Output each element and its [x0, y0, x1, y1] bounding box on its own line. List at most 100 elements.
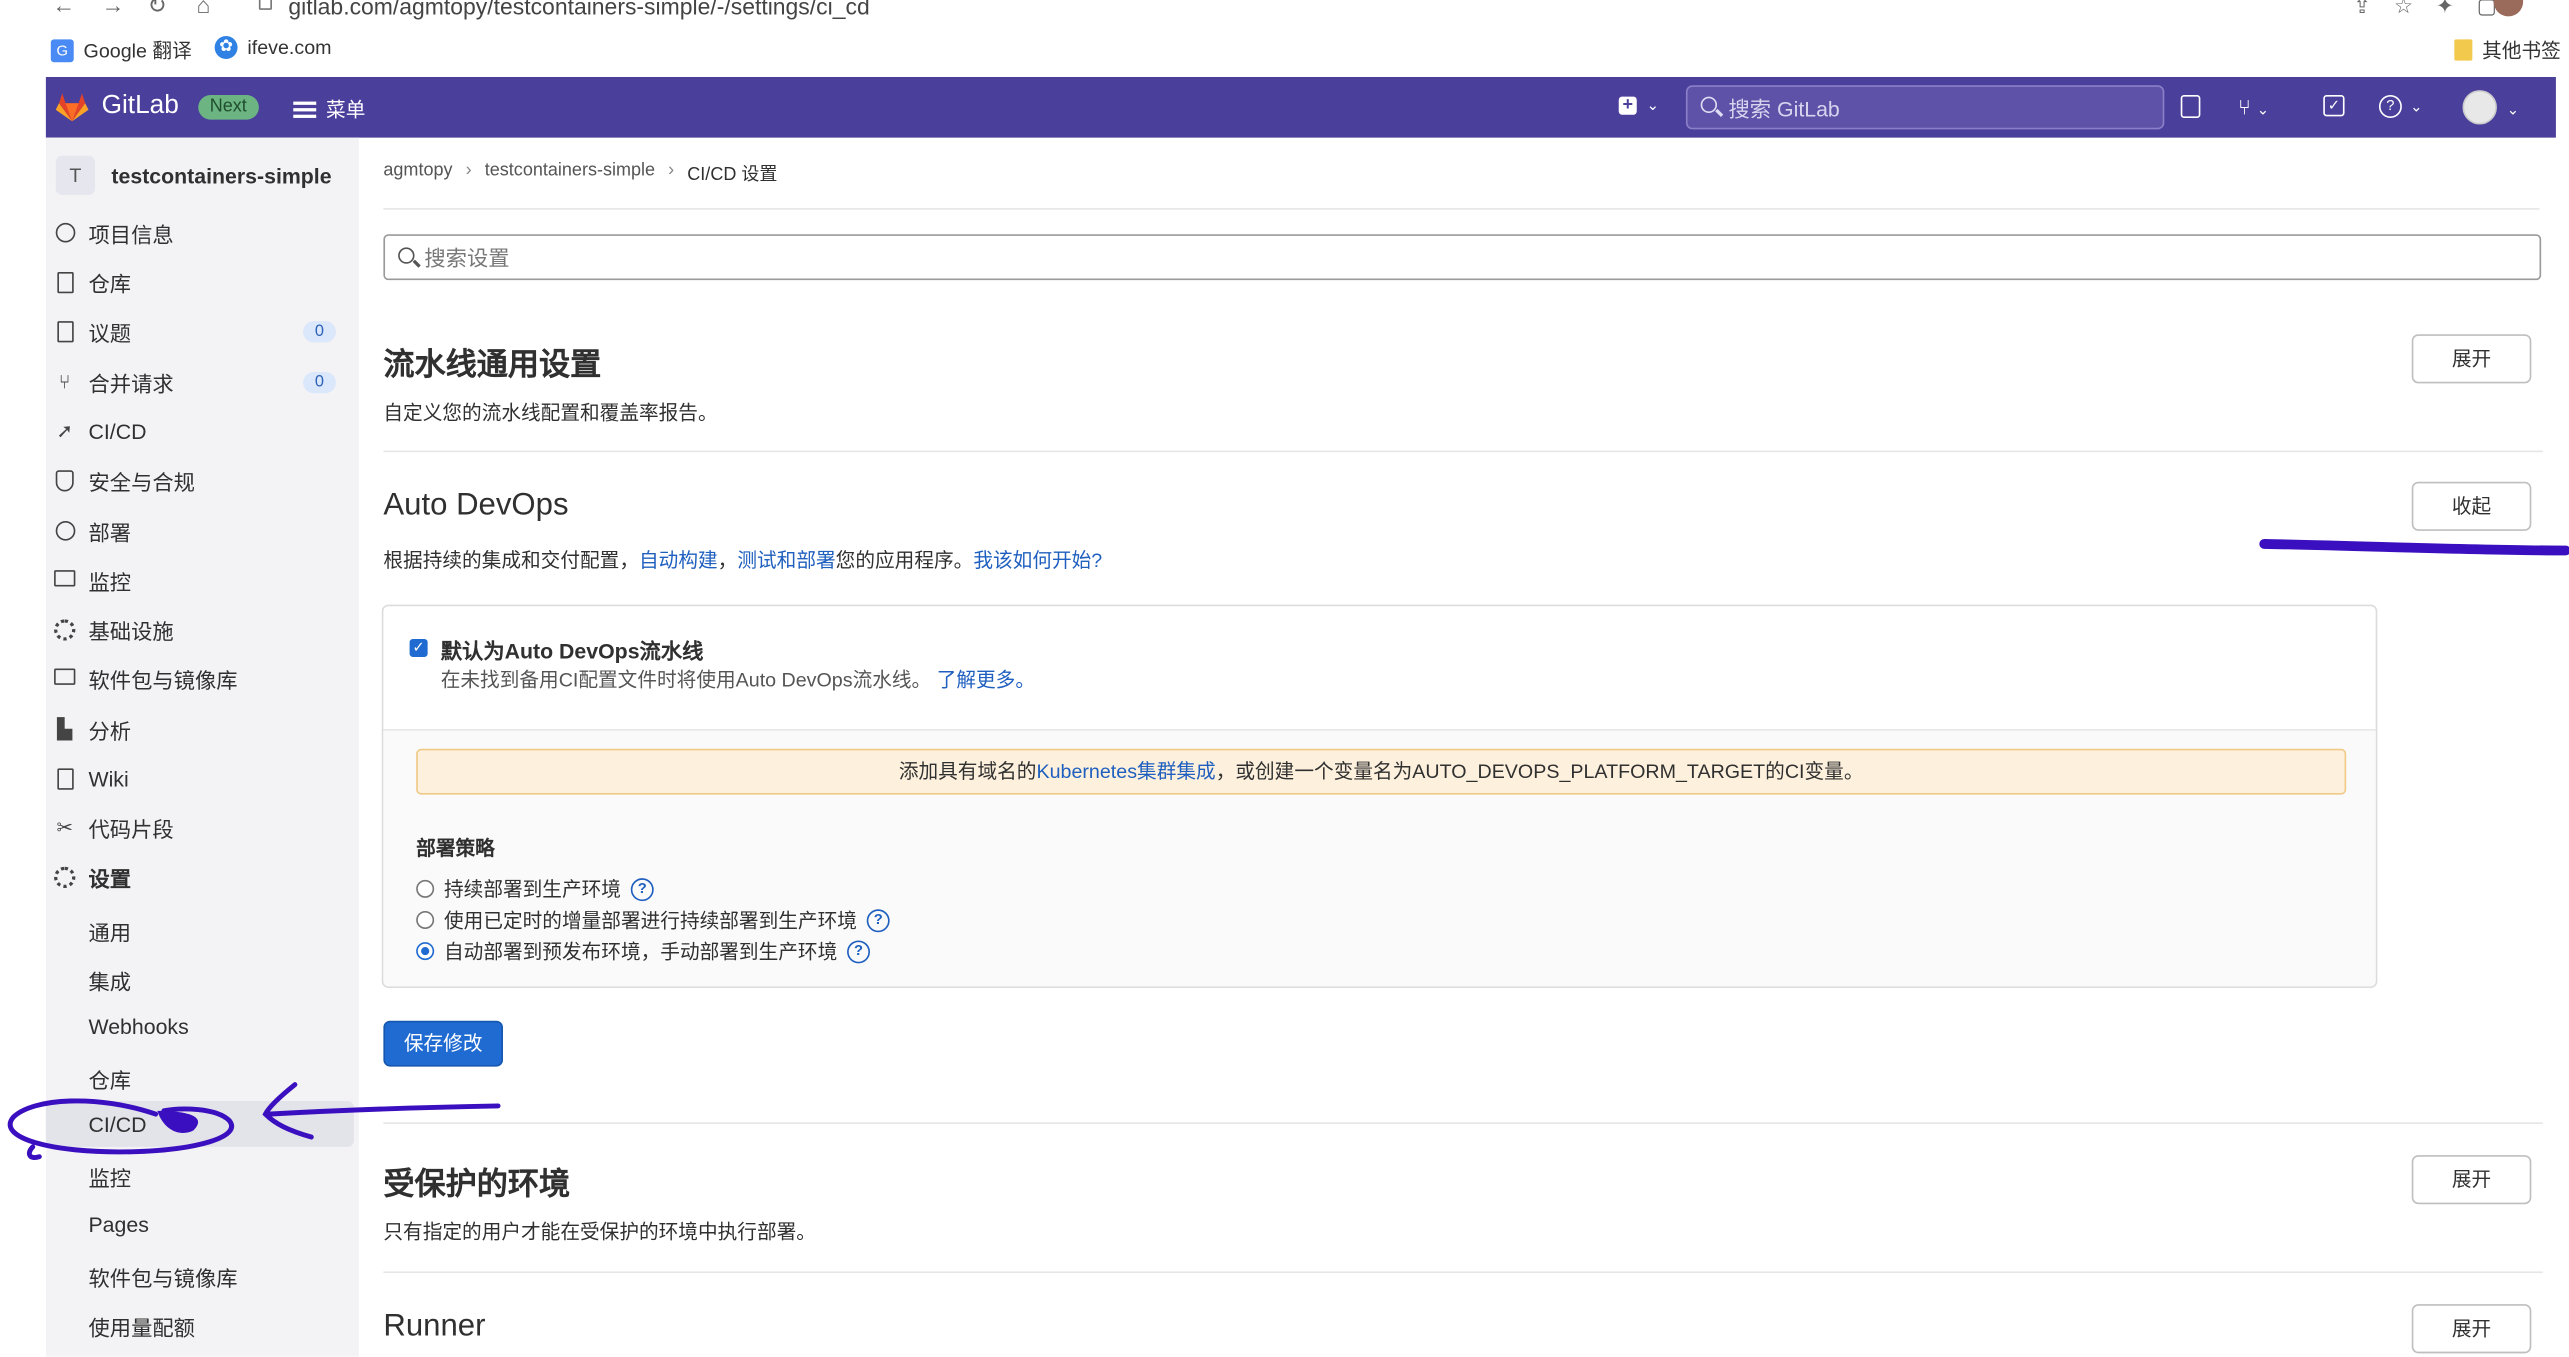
- merge-request-icon: ⑂: [58, 369, 71, 393]
- sidebar-item-snippets[interactable]: ✂ 代码片段: [46, 804, 359, 850]
- autodevops-checkbox[interactable]: ✓: [409, 638, 428, 657]
- merge-request-icon[interactable]: ⑂ ⌄: [2238, 95, 2269, 120]
- sidebar-subitem-webhooks[interactable]: Webhooks: [46, 1003, 359, 1049]
- sidebar-item-deployments[interactable]: 部署: [46, 508, 359, 554]
- section-desc-autodevops: 根据持续的集成和交付配置，自动构建，测试和部署您的应用程序。我该如何开始?: [383, 546, 1102, 574]
- menu-button[interactable]: 菜单: [293, 95, 365, 123]
- other-bookmarks[interactable]: 其他书签: [2454, 36, 2561, 64]
- project-avatar: T: [55, 155, 96, 195]
- gitlab-search-input[interactable]: [1728, 91, 2147, 125]
- bookmark-google-translate[interactable]: G Google 翻译: [50, 36, 192, 64]
- radio-button[interactable]: [416, 910, 435, 929]
- settings-search-input[interactable]: [424, 240, 2522, 274]
- sidebar-subitem-general[interactable]: 通用: [46, 904, 359, 950]
- strategy-staging-manual[interactable]: 自动部署到预发布环境，手动部署到生产环境 ?: [416, 937, 871, 965]
- sidebar-item-security[interactable]: 安全与合规: [46, 457, 359, 503]
- sidebar-item-label: 项目信息: [88, 222, 174, 247]
- learn-more-link[interactable]: 了解更多。: [937, 668, 1035, 691]
- sidebar-subitem-usage-quotas[interactable]: 使用量配额: [46, 1299, 359, 1345]
- chevron-down-icon[interactable]: ⌄: [2507, 95, 2519, 120]
- plus-square-icon: +: [1618, 96, 1637, 115]
- auto-build-link[interactable]: 自动构建: [639, 549, 718, 572]
- sidebar-item-monitor[interactable]: 监控: [46, 557, 359, 603]
- divider: [383, 1271, 2543, 1274]
- sidebar-subitem-pages[interactable]: Pages: [46, 1201, 359, 1247]
- forward-icon[interactable]: →: [102, 0, 125, 18]
- next-badge[interactable]: Next: [198, 95, 259, 120]
- back-icon[interactable]: ←: [52, 0, 75, 18]
- todo-icon[interactable]: ✓: [2323, 95, 2345, 117]
- sidebar-subitem-monitor[interactable]: 监控: [46, 1150, 359, 1196]
- issues-icon[interactable]: [2180, 95, 2201, 118]
- sidebar-project[interactable]: T testcontainers-simple: [46, 151, 332, 200]
- radio-label[interactable]: 使用已定时的增量部署进行持续部署到生产环境: [444, 906, 857, 934]
- sidebar-item-project-info[interactable]: 项目信息: [46, 210, 359, 256]
- expand-protected-envs-button[interactable]: 展开: [2411, 1155, 2532, 1205]
- sidebar-item-infrastructure[interactable]: 基础设施: [46, 606, 359, 652]
- collapse-autodevops-button[interactable]: 收起: [2411, 481, 2532, 531]
- gitlab-brand[interactable]: GitLab: [102, 92, 179, 121]
- sidebar-subitem-label: 监控: [88, 1166, 132, 1192]
- question-circle-icon[interactable]: ?: [847, 939, 871, 963]
- breadcrumb-current[interactable]: CI/CD 设置: [687, 161, 777, 187]
- radio-label[interactable]: 持续部署到生产环境: [444, 875, 621, 903]
- gitlab-logo-icon[interactable]: [55, 92, 89, 122]
- question-circle-icon[interactable]: ?: [630, 877, 654, 901]
- autodevops-panel: ✓ 默认为Auto DevOps流水线 在未找到备用CI配置文件时将使用Auto…: [381, 604, 2378, 988]
- help-text: 在未找到备用CI配置文件时将使用Auto DevOps流水线。: [440, 668, 932, 692]
- info-icon: [54, 222, 75, 243]
- sidebar-item-issues[interactable]: 议题 0: [46, 308, 359, 354]
- sidebar-subitem-integrations[interactable]: 集成: [46, 954, 359, 1000]
- how-to-start-link[interactable]: 我该如何开始?: [973, 549, 1102, 572]
- sidebar-item-merge-requests[interactable]: ⑂ 合并请求 0: [46, 359, 359, 405]
- sidebar-item-settings[interactable]: 设置: [46, 854, 359, 900]
- divider: [383, 450, 2543, 453]
- autodevops-checkbox-area: ✓ 默认为Auto DevOps流水线 在未找到备用CI配置文件时将使用Auto…: [383, 606, 2376, 731]
- other-bookmarks-label: 其他书签: [2482, 39, 2561, 63]
- gitlab-search[interactable]: [1685, 85, 2165, 130]
- sidebar-item-analytics[interactable]: ▙ 分析: [46, 706, 359, 752]
- sidebar-item-label: 设置: [88, 865, 132, 891]
- sidebar-subitem-repository[interactable]: 仓库: [46, 1052, 359, 1098]
- kubernetes-integration-link[interactable]: Kubernetes集群集成: [1036, 760, 1215, 783]
- book-icon: [54, 767, 75, 789]
- test-deploy-link[interactable]: 测试和部署: [737, 549, 835, 572]
- sidebar-subitem-packages[interactable]: 软件包与镜像库: [46, 1250, 359, 1296]
- radio-label[interactable]: 自动部署到预发布环境，手动部署到生产环境: [444, 937, 837, 965]
- help-dropdown[interactable]: ? ⌄: [2378, 95, 2422, 118]
- sidebar-subitem-label: 仓库: [88, 1068, 132, 1093]
- reload-icon[interactable]: ↻: [147, 0, 166, 20]
- bookmarks-bar: G Google 翻译 ✿ ifeve.com 其他书签: [0, 22, 2569, 76]
- strategy-continuous[interactable]: 持续部署到生产环境 ?: [416, 875, 654, 903]
- sidebar-item-label: 部署: [88, 520, 132, 545]
- sidebar-item-wiki[interactable]: Wiki: [46, 755, 359, 801]
- bookmark-ifeve[interactable]: ✿ ifeve.com: [214, 36, 332, 59]
- shield-icon: [54, 469, 75, 491]
- user-avatar[interactable]: [2462, 90, 2497, 125]
- save-changes-button[interactable]: 保存修改: [383, 1020, 503, 1067]
- sidebar-item-repository[interactable]: 仓库: [46, 259, 359, 305]
- expand-runner-button[interactable]: 展开: [2411, 1304, 2532, 1354]
- section-desc-pipeline: 自定义您的流水线配置和覆盖率报告。: [383, 401, 718, 425]
- settings-search[interactable]: [383, 234, 2542, 281]
- expand-pipeline-button[interactable]: 展开: [2411, 334, 2532, 384]
- settings-icon: [54, 865, 76, 888]
- sidebar-subitem-label: 集成: [88, 969, 132, 995]
- radio-button[interactable]: [416, 879, 435, 898]
- breadcrumb-link[interactable]: agmtopy: [383, 161, 452, 187]
- chevron-right-icon: ›: [465, 160, 472, 181]
- strategy-timed-incremental[interactable]: 使用已定时的增量部署进行持续部署到生产环境 ?: [416, 906, 890, 934]
- sidebar-item-cicd[interactable]: ➚ CI/CD: [46, 408, 359, 454]
- menu-label: 菜单: [326, 98, 366, 122]
- sidebar-item-label: 软件包与镜像库: [88, 667, 238, 693]
- autodevops-checkbox-label[interactable]: 默认为Auto DevOps流水线: [441, 634, 704, 665]
- sidebar-item-packages[interactable]: 软件包与镜像库: [46, 655, 359, 701]
- address-bar[interactable]: gitlab.com/agmtopy/testcontainers-simple…: [288, 0, 869, 20]
- sidebar-subitem-cicd[interactable]: CI/CD: [45, 1101, 354, 1147]
- question-circle-icon[interactable]: ?: [866, 908, 890, 932]
- radio-button-selected[interactable]: [416, 942, 435, 961]
- monitor-icon: [54, 569, 76, 590]
- breadcrumb-link[interactable]: testcontainers-simple: [485, 161, 655, 187]
- new-dropdown[interactable]: + ⌄: [1618, 96, 1659, 115]
- home-icon[interactable]: ⌂: [197, 0, 211, 18]
